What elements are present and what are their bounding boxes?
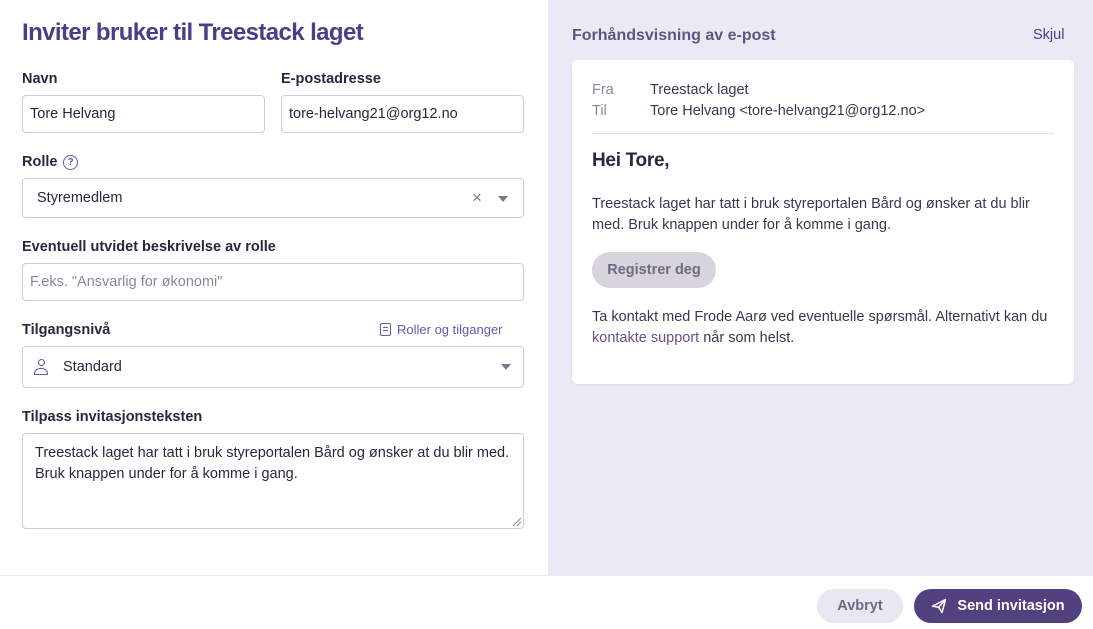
role-label: Rolle bbox=[22, 154, 58, 170]
contact-support-link[interactable]: kontakte support bbox=[592, 330, 699, 346]
to-value: Tore Helvang <tore-helvang21@org12.no> bbox=[650, 103, 926, 119]
invite-form-panel: Inviter bruker til Treestack laget Navn … bbox=[0, 0, 548, 575]
email-body: Treestack laget har tatt i bruk styrepor… bbox=[592, 196, 1030, 233]
email-greeting: Hei Tore, bbox=[592, 150, 670, 171]
hide-preview-link[interactable]: Skjul bbox=[1033, 27, 1064, 43]
to-label: Til bbox=[592, 103, 607, 119]
clear-icon[interactable]: × bbox=[472, 188, 482, 208]
from-label: Fra bbox=[592, 82, 614, 98]
help-icon[interactable]: ? bbox=[63, 155, 78, 170]
email-contact-text: Ta kontakt med Frode Aarø ved eventuelle… bbox=[592, 307, 1062, 349]
name-label: Navn bbox=[22, 71, 58, 87]
from-value: Treestack laget bbox=[650, 82, 749, 98]
role-select-value: Styremedlem bbox=[37, 190, 123, 206]
name-input[interactable]: Tore Helvang bbox=[22, 95, 265, 133]
resize-handle[interactable] bbox=[513, 518, 521, 526]
role-select[interactable]: Styremedlem bbox=[22, 178, 524, 218]
invitation-textarea[interactable]: Treestack laget har tatt i bruk styrepor… bbox=[22, 433, 524, 529]
user-icon bbox=[34, 359, 48, 375]
send-icon bbox=[932, 598, 947, 614]
email-label: E-postadresse bbox=[281, 71, 381, 87]
name-input-value: Tore Helvang bbox=[30, 106, 116, 122]
book-icon bbox=[380, 323, 391, 336]
preview-title: Forhåndsvisning av e-post bbox=[572, 27, 776, 44]
divider bbox=[592, 133, 1054, 134]
chevron-down-icon[interactable] bbox=[498, 196, 508, 202]
register-button: Registrer deg bbox=[592, 252, 716, 288]
contact-text: Ta kontakt med Frode Aarø ved eventuelle… bbox=[592, 309, 1048, 325]
access-level-select[interactable]: Standard bbox=[22, 346, 524, 388]
send-invitation-button[interactable]: Send invitasjon bbox=[914, 589, 1082, 623]
contact-suffix: når som helst. bbox=[699, 330, 795, 346]
invitation-text: Treestack laget har tatt i bruk styrepor… bbox=[35, 445, 510, 482]
access-label: Tilgangsnivå bbox=[22, 322, 111, 338]
email-input-value: tore-helvang21@org12.no bbox=[289, 106, 458, 122]
role-description-placeholder: F.eks. "Ansvarlig for økonomi" bbox=[30, 274, 223, 290]
roles-and-access-link[interactable]: Roller og tilganger bbox=[380, 322, 503, 337]
access-level-value: Standard bbox=[63, 359, 122, 375]
send-button-label: Send invitasjon bbox=[957, 598, 1065, 614]
cancel-button[interactable]: Avbryt bbox=[817, 589, 903, 623]
roles-link-label: Roller og tilganger bbox=[397, 322, 503, 337]
role-description-input[interactable]: F.eks. "Ansvarlig for økonomi" bbox=[22, 263, 524, 301]
email-preview-card: Fra Treestack laget Til Tore Helvang <to… bbox=[572, 60, 1074, 384]
invitation-text-label: Tilpass invitasjonsteksten bbox=[22, 409, 203, 425]
chevron-down-icon[interactable] bbox=[501, 364, 511, 370]
email-input[interactable]: tore-helvang21@org12.no bbox=[281, 95, 524, 133]
page-title: Inviter bruker til Treestack laget bbox=[22, 19, 364, 46]
role-description-label: Eventuell utvidet beskrivelse av rolle bbox=[22, 239, 276, 255]
